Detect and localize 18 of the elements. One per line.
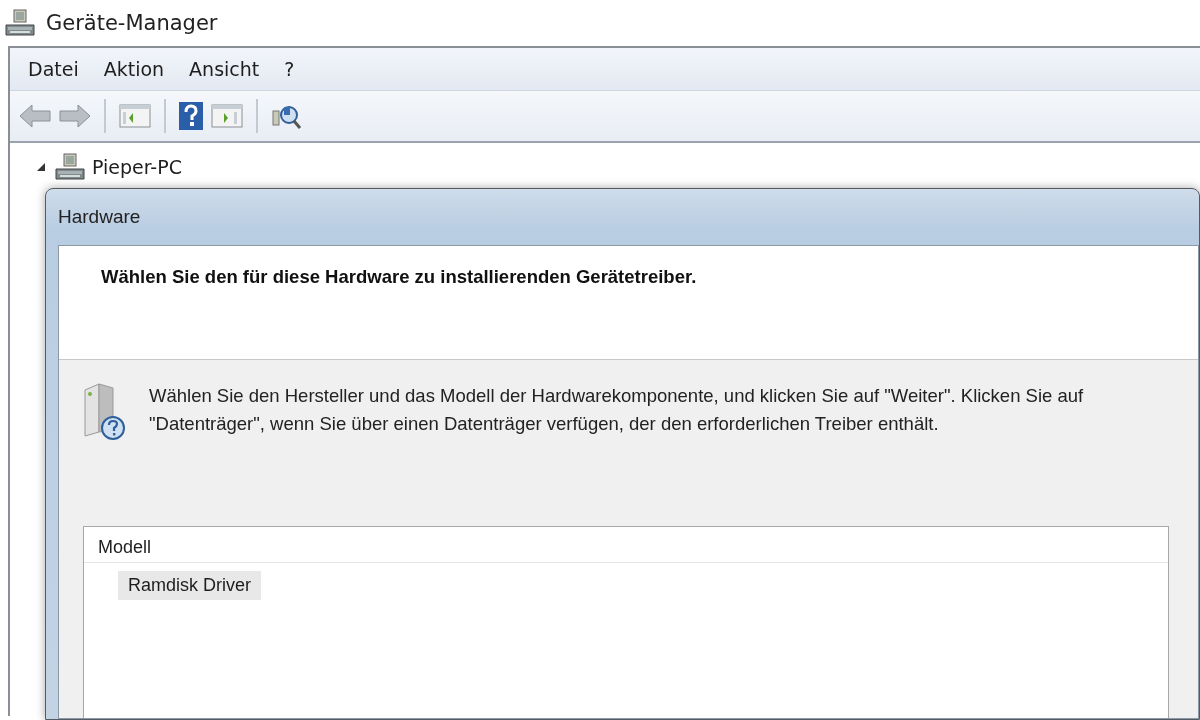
menu-item[interactable]: Ansicht [179,58,275,80]
computer-icon [54,153,86,181]
back-arrow-icon[interactable] [18,102,52,130]
forward-arrow-icon[interactable] [58,102,92,130]
tree-item[interactable]: Pieper-PC [92,156,182,178]
menu-item[interactable]: Aktion [93,58,180,80]
window-title: Geräte-Manager [46,11,218,35]
pane-icon[interactable] [210,102,244,130]
computer-icon [4,9,36,37]
dialog-heading: Wählen Sie den für diese Hardware zu installierenden Gerätetreiber. [101,266,698,288]
pane-icon[interactable] [118,102,152,130]
column-header[interactable]: Modell [84,527,1168,563]
list-item[interactable]: Ramdisk Driver [118,571,261,600]
instruction-text: Wählen Sie den Hersteller und das Modell der Hardwarekomponente, und klicken Sie auf "Weiter". Klicken Sie auf "Datenträger", wenn Sie über einen Datenträger verfügen, der den erforderlichen Treiber enthält. [149,384,1084,436]
menu-item[interactable]: Datei [18,58,94,80]
dialog-title: Hardware [58,206,141,228]
menu-item[interactable]: ? [274,58,310,80]
help-icon[interactable] [178,101,204,131]
